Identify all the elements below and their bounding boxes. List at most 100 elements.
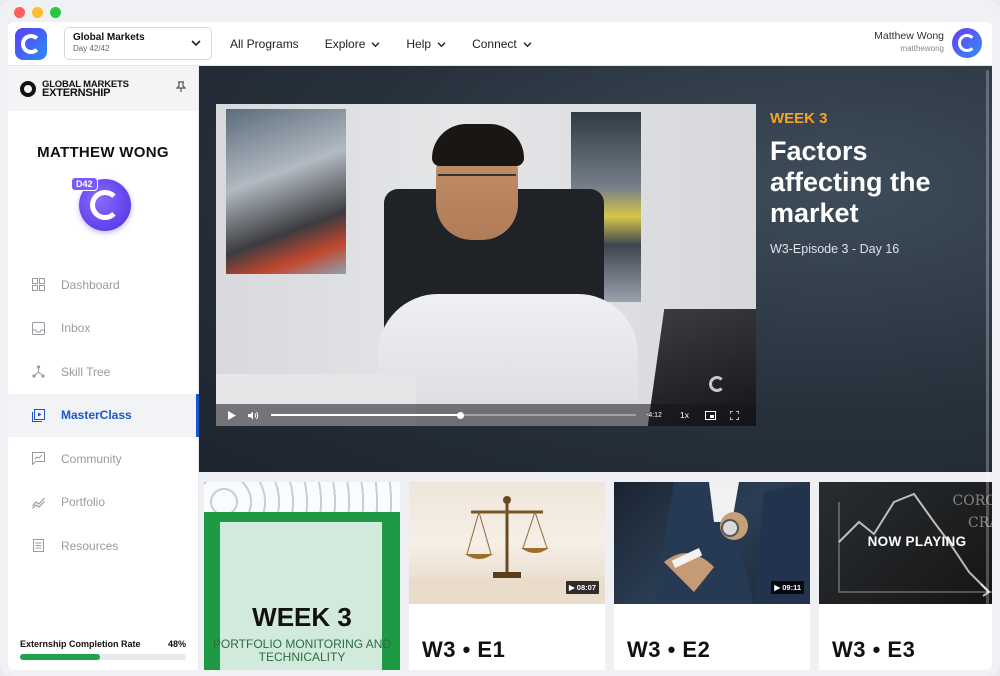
logo-ring-icon: [21, 34, 41, 54]
episode-card-title: W3 • E3: [832, 637, 916, 662]
nav-help[interactable]: Help: [406, 37, 446, 51]
avatar[interactable]: [952, 28, 982, 58]
masterclass-icon: [31, 408, 45, 422]
app-logo[interactable]: [15, 28, 47, 60]
user-name: Matthew Wong: [874, 30, 944, 42]
completion-rate: Externship Completion Rate 48%: [20, 639, 186, 660]
episode-list: WEEK 3 PORTFOLIO MONITORING AND TECHNICA…: [199, 472, 992, 670]
video-duration-badge: ▶ 09:11: [771, 581, 804, 594]
nav-all-programs[interactable]: All Programs: [230, 37, 299, 51]
episode-week: WEEK 3: [770, 110, 828, 127]
badge-day-tag: D42: [71, 177, 98, 191]
user-handle: matthewong: [900, 44, 944, 53]
sidebar-brand: GLOBAL MARKETS EXTERNSHIP: [8, 66, 198, 111]
episode-card-title: W3 • E1: [422, 637, 506, 662]
sidebar-menu: Dashboard Inbox Skill Tree MasterClass C…: [8, 263, 199, 568]
nav-label: Explore: [324, 37, 366, 51]
video-duration-badge: ▶ 08:07: [565, 581, 599, 594]
video-time-remaining: -4:12: [646, 411, 662, 419]
level-badge: D42: [71, 177, 131, 235]
watermark-logo-icon: [709, 376, 725, 392]
main-nav: All Programs Explore Help Connect: [230, 22, 532, 66]
week-card[interactable]: WEEK 3 PORTFOLIO MONITORING AND TECHNICA…: [204, 482, 400, 670]
completion-label: Externship Completion Rate: [20, 639, 141, 649]
close-window-button[interactable]: [14, 7, 25, 18]
chevron-down-icon: [437, 41, 446, 47]
inbox-icon: [31, 321, 45, 335]
community-icon: [31, 452, 45, 466]
video-player[interactable]: -4:12 1x: [216, 104, 756, 426]
sidebar: GLOBAL MARKETS EXTERNSHIP MATTHEW WONG D…: [8, 66, 199, 670]
sidebar-item-label: MasterClass: [61, 408, 132, 423]
sidebar-item-label: Community: [61, 451, 122, 466]
sidebar-item-label: Resources: [61, 538, 119, 553]
now-playing-label: NOW PLAYING: [867, 534, 967, 549]
fullscreen-icon[interactable]: [729, 410, 739, 420]
portfolio-icon: [31, 495, 45, 509]
completion-progress-fill: [20, 654, 100, 660]
sidebar-item-label: Dashboard: [61, 277, 120, 292]
episode-thumbnail: ▶ 09:11: [614, 482, 810, 604]
playback-speed-button[interactable]: 1x: [680, 410, 689, 420]
video-seek-bar[interactable]: [271, 411, 636, 419]
sidebar-item-label: Skill Tree: [61, 364, 111, 379]
skill-tree-icon: [31, 365, 45, 379]
avatar-ring-icon: [958, 34, 976, 52]
video-seek-handle[interactable]: [457, 411, 465, 419]
video-presenter-glasses: [438, 174, 516, 188]
episode-thumbnail: ▶ 08:07: [409, 482, 605, 604]
volume-icon[interactable]: [248, 411, 259, 420]
badge-ring-icon: [90, 190, 120, 220]
play-icon[interactable]: [228, 410, 236, 420]
chevron-down-icon: [523, 41, 532, 47]
episode-subtitle: W3-Episode 3 - Day 16: [770, 242, 900, 256]
page-scrollbar[interactable]: [985, 22, 990, 670]
sidebar-item-community[interactable]: Community: [8, 437, 198, 481]
sidebar-item-skill-tree[interactable]: Skill Tree: [8, 350, 198, 394]
video-seek-fill: [271, 414, 461, 416]
brand-logo-icon: [20, 80, 36, 97]
video-presenter-hair: [432, 124, 524, 166]
episode-thumbnail: CORONCRAS NOW PLAYING ▶: [819, 482, 992, 604]
zoom-window-button[interactable]: [50, 7, 61, 18]
sidebar-item-dashboard[interactable]: Dashboard: [8, 263, 198, 307]
video-controls: -4:12 1x: [216, 404, 756, 426]
minimize-window-button[interactable]: [32, 7, 43, 18]
chevron-down-icon: [371, 41, 380, 47]
nav-label: All Programs: [230, 37, 299, 51]
completion-progress-bar: [20, 654, 186, 660]
episode-card-title: W3 • E2: [627, 637, 711, 662]
sidebar-item-label: Portfolio: [61, 495, 106, 510]
episode-info: WEEK 3 Factors affecting the market W3-E…: [770, 110, 980, 256]
completion-value: 48%: [167, 639, 186, 649]
sidebar-item-resources[interactable]: Resources: [8, 524, 198, 568]
program-selector[interactable]: Global Markets Day 42/42: [64, 27, 212, 60]
app-content: Global Markets Day 42/42 All Programs Ex…: [8, 22, 992, 670]
brand-line-2: EXTERNSHIP: [42, 86, 111, 99]
window-controls: [14, 7, 61, 18]
nav-explore[interactable]: Explore: [325, 37, 381, 51]
episode-card[interactable]: ▶ 08:07 W3 • E1: [409, 482, 605, 670]
nav-connect[interactable]: Connect: [472, 37, 532, 51]
profile-name: MATTHEW WONG: [37, 144, 169, 161]
week-card-subtitle: PORTFOLIO MONITORING AND TECHNICALITY: [212, 637, 392, 664]
dashboard-icon: [31, 278, 45, 292]
episode-title: Factors affecting the market: [770, 136, 931, 228]
nav-label: Help: [406, 37, 432, 51]
hero-section: -4:12 1x WEEK 3 Factors affecting the ma…: [199, 66, 992, 472]
episode-card-now-playing[interactable]: CORONCRAS NOW PLAYING ▶ W3 • E3: [819, 482, 992, 670]
resources-icon: [31, 539, 45, 553]
sidebar-item-masterclass[interactable]: MasterClass: [8, 393, 199, 437]
brand-name: GLOBAL MARKETS EXTERNSHIP: [42, 79, 129, 99]
nav-label: Connect: [472, 37, 517, 51]
sidebar-item-inbox[interactable]: Inbox: [8, 307, 198, 351]
pin-icon[interactable]: [176, 81, 186, 93]
picture-in-picture-icon[interactable]: [704, 410, 716, 420]
program-name: Global Markets: [73, 32, 145, 43]
week-card-title: WEEK 3: [252, 602, 352, 632]
episode-card[interactable]: ▶ 09:11 W3 • E2: [614, 482, 810, 670]
sidebar-item-label: Inbox: [61, 321, 91, 336]
user-info[interactable]: Matthew Wong matthewong: [874, 30, 944, 53]
program-day: Day 42/42: [73, 44, 110, 53]
sidebar-item-portfolio[interactable]: Portfolio: [8, 481, 198, 525]
